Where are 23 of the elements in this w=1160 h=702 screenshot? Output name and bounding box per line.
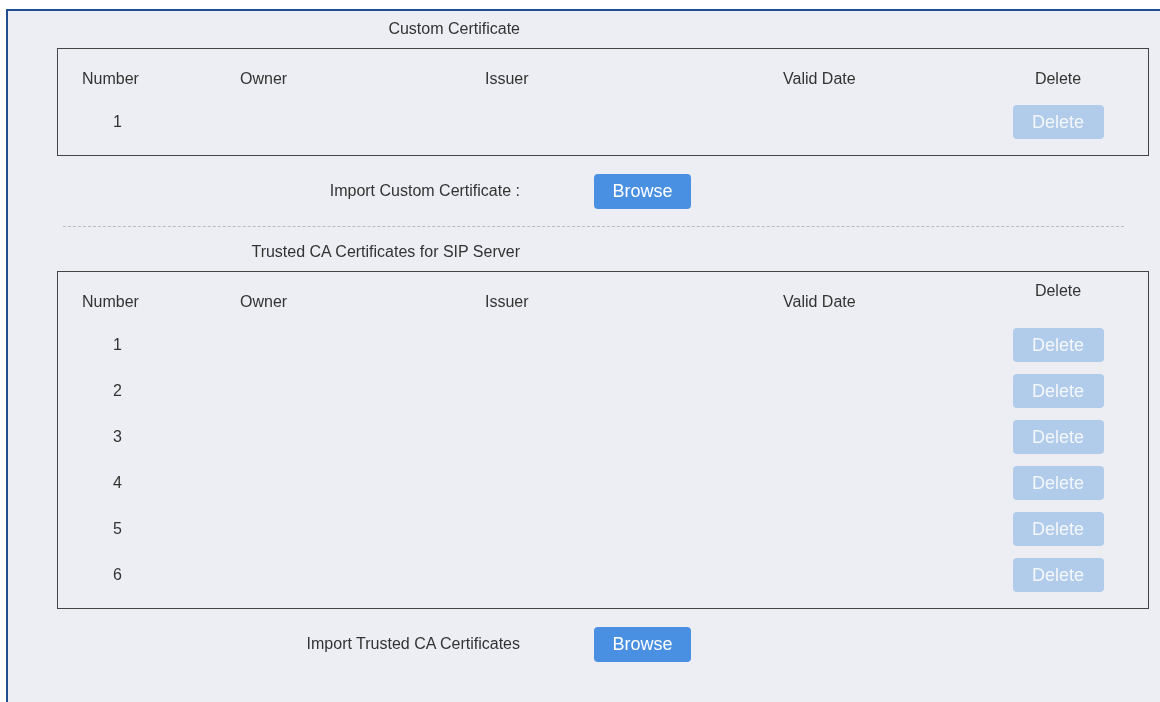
section-title: Trusted CA Certificates for SIP Server [251,243,520,260]
column-header: Issuer [485,293,530,311]
browse-button[interactable]: Browse [594,626,691,662]
column-header: Valid Date [783,293,857,311]
column-header: Delete [1033,70,1083,88]
table-cell-text: 1 [112,336,123,354]
table-cell-text: 4 [112,474,123,492]
section-title: Custom Certificate [388,20,520,37]
browse-button[interactable]: Browse [594,173,691,209]
table-cell-text: 2 [112,382,123,400]
import-label: Import Custom Certificate : [328,182,520,200]
column-header: Number [81,293,140,311]
column-header: Delete [1033,282,1083,300]
column-header: Owner [240,293,289,311]
table-cell-text: 3 [112,428,123,446]
table-cell-text: 1 [112,113,123,131]
column-header: Valid Date [783,70,857,88]
column-header: Issuer [485,70,530,88]
table-cell-text: 5 [112,520,123,538]
column-header: Number [81,70,140,88]
import-label: Import Trusted CA Certificates [305,635,520,653]
column-header: Owner [240,70,289,88]
table-cell-text: 6 [112,566,123,584]
